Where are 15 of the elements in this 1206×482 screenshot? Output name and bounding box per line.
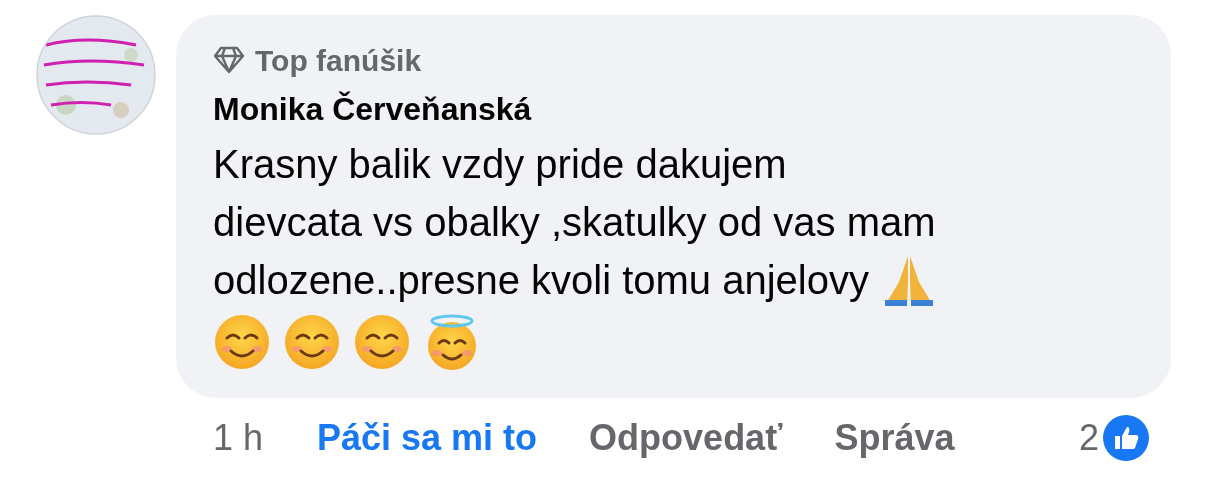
- comment-text: Krasny balik vzdy pride dakujem: [213, 141, 787, 188]
- reply-link[interactable]: Odpovedať: [589, 411, 783, 465]
- comment-text: dievcata vs obalky ,skatulky od vas mam: [213, 199, 936, 246]
- timestamp: 1 h: [213, 416, 265, 460]
- thumbs-up-icon[interactable]: [1103, 415, 1149, 461]
- comment-text: odlozene..presne kvoli tomu anjelovy: [213, 257, 869, 304]
- smiling-face-icon: [353, 313, 411, 371]
- like-link[interactable]: Páči sa mi to: [317, 411, 538, 465]
- smiling-face-icon: [213, 313, 271, 371]
- reaction-count: 2: [1078, 416, 1099, 460]
- author-name[interactable]: Monika Červeňanská: [213, 89, 532, 129]
- smiling-face-icon: [283, 313, 341, 371]
- message-link[interactable]: Správa: [834, 411, 955, 465]
- diamond-icon: [213, 46, 245, 74]
- top-fan-label: Top fanúšik: [255, 42, 422, 79]
